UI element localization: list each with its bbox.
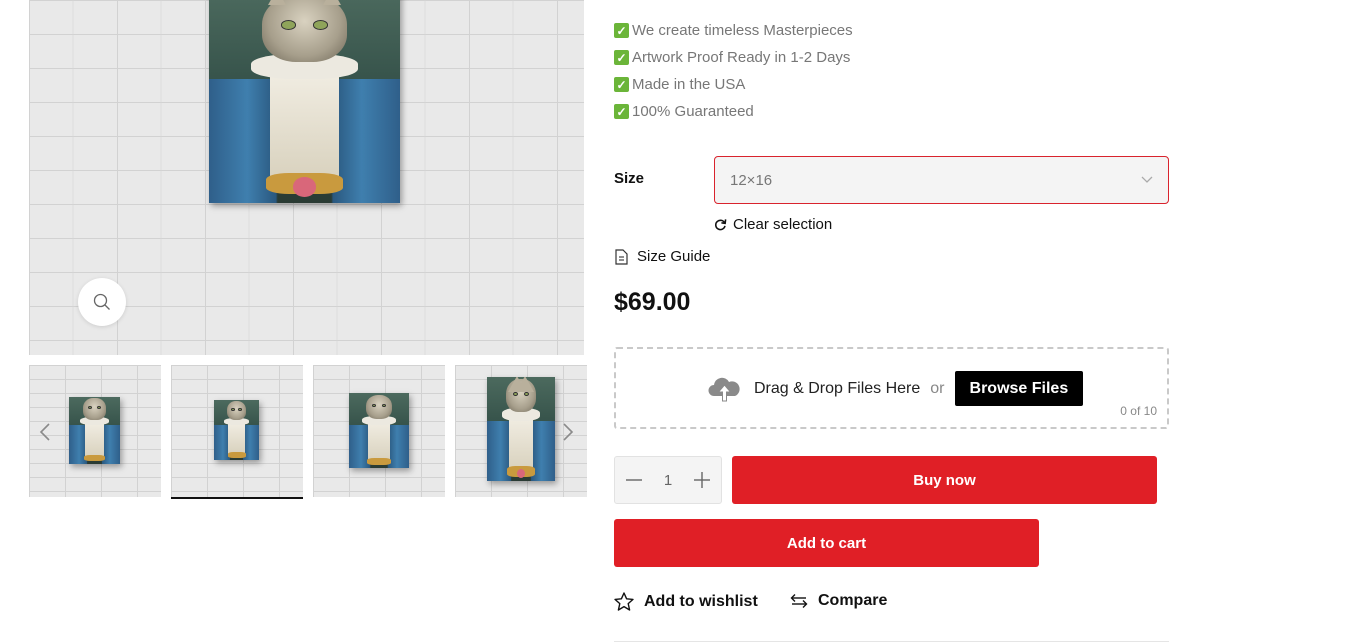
feature-text: We create timeless Masterpieces xyxy=(632,22,853,39)
cat-portrait-canvas xyxy=(209,0,400,203)
feature-list: ✓ We create timeless Masterpieces ✓ Artw… xyxy=(614,17,853,125)
upload-instructions: Drag & Drop Files Here xyxy=(754,379,921,397)
compare-arrows-icon xyxy=(790,594,808,608)
quantity-input[interactable]: 1 xyxy=(653,472,683,489)
wishlist-label: Add to wishlist xyxy=(644,592,758,610)
feature-item: ✓ 100% Guaranteed xyxy=(614,98,853,125)
thumbnail-next-button[interactable] xyxy=(556,419,580,445)
thumbnail-3[interactable] xyxy=(313,365,445,497)
browse-files-button[interactable]: Browse Files xyxy=(954,371,1084,406)
check-icon: ✓ xyxy=(614,50,629,65)
feature-text: Made in the USA xyxy=(632,76,746,93)
feature-item: ✓ We create timeless Masterpieces xyxy=(614,17,853,44)
divider xyxy=(614,641,1169,642)
check-icon: ✓ xyxy=(614,77,629,92)
document-icon xyxy=(615,248,628,265)
chevron-left-icon xyxy=(39,423,50,441)
size-select[interactable]: 12×16 xyxy=(714,156,1169,204)
add-to-cart-button[interactable]: Add to cart xyxy=(614,519,1039,567)
cloud-upload-icon xyxy=(708,377,740,401)
feature-text: Artwork Proof Ready in 1-2 Days xyxy=(632,49,851,66)
chevron-right-icon xyxy=(563,423,574,441)
size-guide-label: Size Guide xyxy=(637,248,711,265)
chevron-down-icon xyxy=(1141,173,1153,187)
feature-item: ✓ Artwork Proof Ready in 1-2 Days xyxy=(614,44,853,71)
feature-item: ✓ Made in the USA xyxy=(614,71,853,98)
product-page: ✓ We create timeless Masterpieces ✓ Artw… xyxy=(0,0,1357,643)
upload-file-count: 0 of 10 xyxy=(1120,404,1157,418)
file-upload-dropzone[interactable]: Drag & Drop Files Here or Browse Files 0… xyxy=(614,347,1169,429)
quantity-increment-button[interactable] xyxy=(689,467,715,493)
quantity-decrement-button[interactable] xyxy=(621,467,647,493)
buy-now-button[interactable]: Buy now xyxy=(732,456,1157,504)
size-guide-link[interactable]: Size Guide xyxy=(614,248,710,265)
minus-icon xyxy=(626,479,642,481)
size-selected-value: 12×16 xyxy=(730,171,773,189)
search-icon xyxy=(93,293,110,310)
main-product-image[interactable] xyxy=(29,0,584,355)
clear-selection-link[interactable]: Clear selection xyxy=(714,216,832,233)
add-to-wishlist-button[interactable]: Add to wishlist xyxy=(614,592,758,611)
star-icon xyxy=(614,592,634,611)
upload-or-text: or xyxy=(930,379,945,397)
zoom-button[interactable] xyxy=(78,278,126,326)
quantity-stepper: 1 xyxy=(614,456,722,504)
clear-selection-label: Clear selection xyxy=(733,216,833,233)
product-price: $69.00 xyxy=(614,288,691,316)
feature-text: 100% Guaranteed xyxy=(632,103,754,120)
thumbnail-prev-button[interactable] xyxy=(33,419,57,445)
compare-label: Compare xyxy=(818,592,888,609)
refresh-icon xyxy=(715,219,727,231)
plus-icon xyxy=(694,472,710,488)
check-icon: ✓ xyxy=(614,104,629,119)
size-label: Size xyxy=(614,170,645,187)
check-icon: ✓ xyxy=(614,23,629,38)
compare-button[interactable]: Compare xyxy=(790,592,887,610)
thumbnail-2[interactable] xyxy=(171,365,303,499)
thumbnail-strip xyxy=(29,365,587,500)
